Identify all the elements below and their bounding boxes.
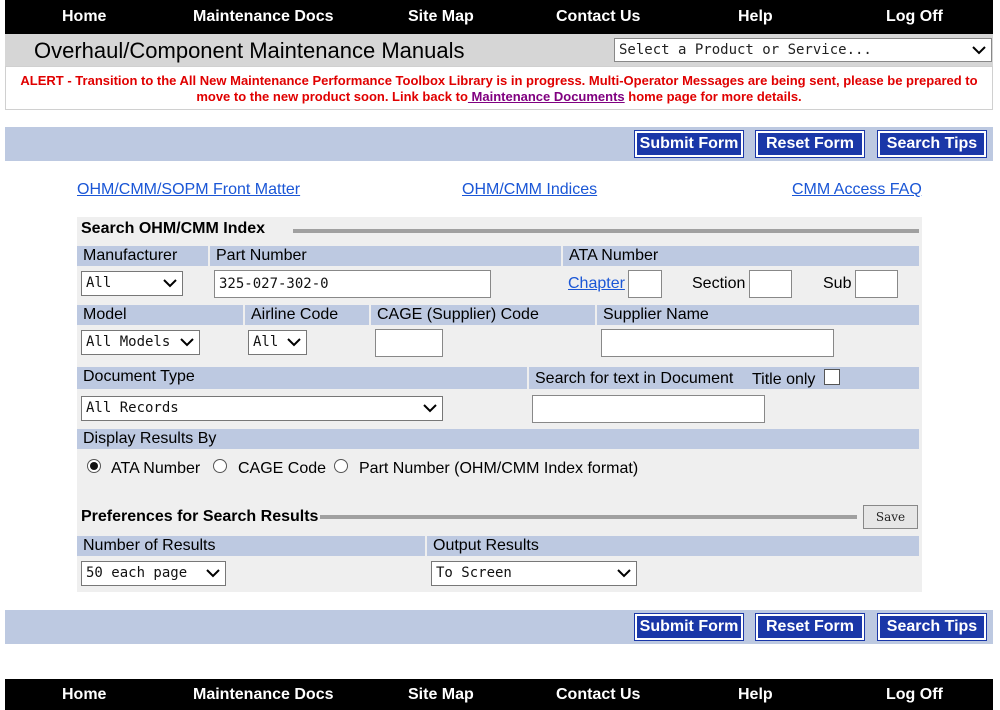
section-label: Section: [692, 275, 746, 292]
bottom-nav-bar: Home Maintenance Docs Site Map Contact U…: [5, 679, 993, 710]
sub-input[interactable]: [855, 270, 898, 298]
chevron-down-icon: [287, 338, 301, 347]
nav-help-link[interactable]: Help: [738, 8, 773, 26]
preferences-section-title: Preferences for Search Results: [81, 508, 319, 525]
alert-banner: ALERT - Transition to the All New Mainte…: [5, 66, 993, 110]
radio-part-number[interactable]: [334, 459, 348, 473]
output-results-select[interactable]: To Screen: [431, 561, 637, 586]
submit-form-button[interactable]: Submit Form: [634, 130, 744, 158]
radio-ata-label: ATA Number: [111, 460, 201, 477]
radio-cage-code[interactable]: [213, 459, 227, 473]
document-type-value: All Records: [86, 400, 179, 416]
chevron-down-icon: [423, 404, 437, 413]
section-divider: [293, 229, 919, 233]
model-select[interactable]: All Models: [81, 330, 200, 355]
chevron-down-icon: [972, 46, 986, 55]
airline-code-select[interactable]: All: [248, 330, 307, 355]
cage-code-header: CAGE (Supplier) Code: [371, 305, 595, 325]
maintenance-documents-link[interactable]: Maintenance Documents: [468, 89, 625, 104]
section-input[interactable]: [749, 270, 792, 298]
nav-home-link[interactable]: Home: [62, 8, 106, 26]
section-divider: [320, 515, 857, 519]
manufacturer-select[interactable]: All: [81, 271, 183, 296]
chapter-link[interactable]: Chapter: [568, 275, 625, 293]
chevron-down-icon: [163, 279, 177, 288]
manufacturer-header: Manufacturer: [77, 246, 208, 266]
nav-contact-link[interactable]: Contact Us: [556, 686, 640, 704]
chapter-input[interactable]: [628, 270, 662, 298]
airline-code-header: Airline Code: [245, 305, 369, 325]
sub-label: Sub: [823, 275, 852, 292]
search-tips-button[interactable]: Search Tips: [877, 130, 987, 158]
text-search-header: Search for text in Document: [529, 367, 919, 389]
nav-log-off-link[interactable]: Log Off: [886, 686, 943, 704]
alert-text-end: home page for more details.: [624, 89, 802, 104]
radio-ata-number[interactable]: [87, 459, 101, 473]
page-title: Overhaul/Component Maintenance Manuals: [34, 38, 465, 63]
title-only-checkbox[interactable]: [824, 369, 840, 385]
search-section-title: Search OHM/CMM Index: [81, 220, 266, 237]
save-button[interactable]: Save: [863, 505, 918, 529]
number-of-results-select[interactable]: 50 each page: [81, 561, 226, 586]
top-nav-bar: Home Maintenance Docs Site Map Contact U…: [5, 0, 993, 34]
airline-code-value: All: [253, 334, 279, 350]
chevron-down-icon: [206, 569, 220, 578]
manufacturer-value: All: [86, 275, 112, 291]
top-button-bar: Submit Form Reset Form Search Tips: [5, 127, 993, 161]
nav-maintenance-docs-link[interactable]: Maintenance Docs: [193, 8, 333, 26]
nav-log-off-link[interactable]: Log Off: [886, 8, 943, 26]
output-results-value: To Screen: [436, 565, 512, 581]
nav-site-map-link[interactable]: Site Map: [408, 686, 474, 704]
submit-form-button[interactable]: Submit Form: [634, 613, 744, 641]
indices-link[interactable]: OHM/CMM Indices: [462, 181, 597, 199]
product-select-value: Select a Product or Service...: [619, 42, 872, 58]
radio-part-label: Part Number (OHM/CMM Index format): [359, 460, 639, 477]
part-number-input[interactable]: 325-027-302-0: [214, 270, 491, 298]
nav-site-map-link[interactable]: Site Map: [408, 8, 474, 26]
text-search-label: Search for text in Document: [535, 370, 734, 387]
ata-number-header: ATA Number: [563, 246, 919, 266]
bottom-button-bar: Submit Form Reset Form Search Tips: [5, 610, 993, 644]
display-results-header: Display Results By: [77, 429, 919, 449]
output-results-header: Output Results: [427, 536, 919, 556]
cmm-access-faq-link[interactable]: CMM Access FAQ: [792, 181, 922, 199]
number-of-results-header: Number of Results: [77, 536, 425, 556]
document-type-select[interactable]: All Records: [81, 396, 443, 421]
product-select[interactable]: Select a Product or Service...: [614, 38, 992, 62]
supplier-name-input[interactable]: [601, 329, 834, 357]
model-value: All Models: [86, 334, 171, 350]
nav-contact-link[interactable]: Contact Us: [556, 8, 640, 26]
document-type-header: Document Type: [77, 367, 527, 389]
search-tips-button[interactable]: Search Tips: [877, 613, 987, 641]
nav-maintenance-docs-link[interactable]: Maintenance Docs: [193, 686, 333, 704]
cage-code-input[interactable]: [375, 329, 443, 357]
supplier-name-header: Supplier Name: [597, 305, 919, 325]
chevron-down-icon: [617, 569, 631, 578]
part-number-header: Part Number: [210, 246, 561, 266]
radio-cage-label: CAGE Code: [238, 460, 327, 477]
reset-form-button[interactable]: Reset Form: [755, 130, 865, 158]
number-of-results-value: 50 each page: [86, 565, 188, 581]
reset-form-button[interactable]: Reset Form: [755, 613, 865, 641]
front-matter-link[interactable]: OHM/CMM/SOPM Front Matter: [77, 181, 300, 199]
nav-help-link[interactable]: Help: [738, 686, 773, 704]
nav-home-link[interactable]: Home: [62, 686, 106, 704]
model-header: Model: [77, 305, 243, 325]
title-only-label: Title only: [752, 371, 816, 388]
chevron-down-icon: [180, 338, 194, 347]
text-search-input[interactable]: [532, 395, 765, 423]
